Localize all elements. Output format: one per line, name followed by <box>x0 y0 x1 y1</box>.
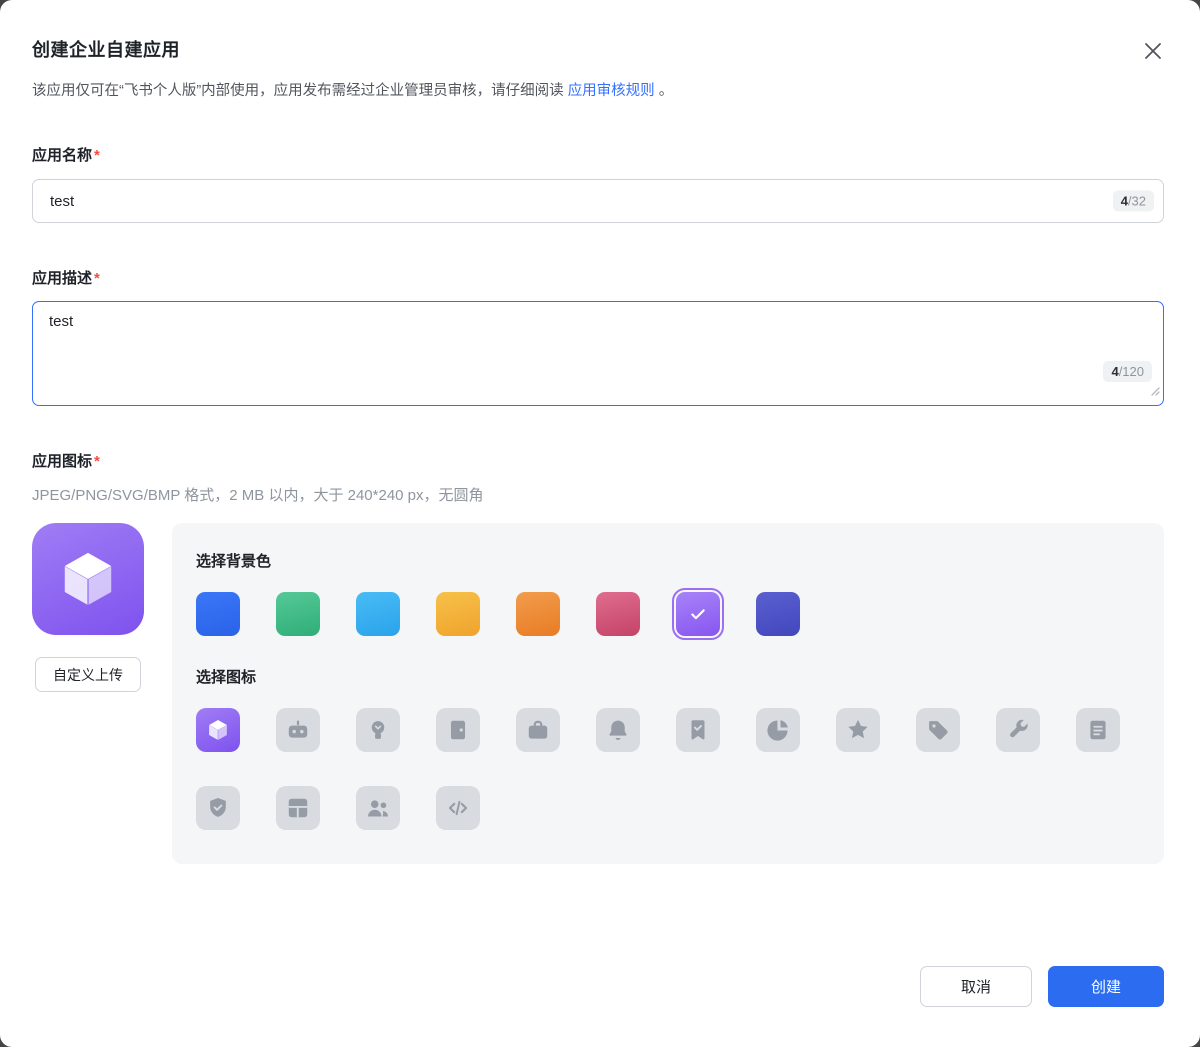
icon-picker-heading: 选择图标 <box>196 669 257 686</box>
color-swatch-orange[interactable] <box>516 592 560 636</box>
app-description-count-current: 4 <box>1111 364 1119 379</box>
pie-icon <box>767 720 788 741</box>
dialog-subtitle: 该应用仅可在“飞书个人版”内部使用，应用发布需经过企业管理员审核，请仔细阅读 应… <box>32 79 1164 100</box>
subtitle-text: 该应用仅可在“飞书个人版”内部使用，应用发布需经过企业管理员审核，请仔细阅读 <box>32 83 568 99</box>
close-button[interactable] <box>1140 38 1166 64</box>
app-description-label-text: 应用描述 <box>32 270 93 287</box>
icon-format-hint: JPEG/PNG/SVG/BMP 格式，2 MB 以内，大于 240*240 p… <box>32 487 484 504</box>
color-swatch-indigo[interactable] <box>756 592 800 636</box>
cube-icon <box>64 552 112 605</box>
icon-picker-panel: 选择背景色 选择图标 <box>172 523 1164 864</box>
dialog-header: 创建企业自建应用 该应用仅可在“飞书个人版”内部使用，应用发布需经过企业管理员审… <box>0 0 1200 100</box>
bulb-icon <box>371 721 385 739</box>
required-asterisk: * <box>94 147 100 164</box>
app-icon-preview <box>32 523 144 635</box>
icon-option-users[interactable] <box>356 786 400 830</box>
icon-option-cube[interactable] <box>196 708 240 752</box>
icon-option-doc[interactable] <box>1076 708 1120 752</box>
icon-option-star[interactable] <box>836 708 880 752</box>
icon-preview-column: 自定义上传 <box>32 523 148 692</box>
color-swatch-blue[interactable] <box>196 592 240 636</box>
app-name-count-max: /32 <box>1127 193 1146 209</box>
app-description-input[interactable]: test <box>32 301 1164 406</box>
icon-option-bell[interactable] <box>596 708 640 752</box>
close-icon <box>1145 43 1161 59</box>
users-icon <box>368 800 388 817</box>
required-asterisk: * <box>94 453 100 470</box>
app-name-counter: 4/32 <box>1112 190 1154 212</box>
cube-icon <box>209 720 227 740</box>
review-rules-link[interactable]: 应用审核规则 <box>568 83 655 99</box>
check-icon <box>691 609 705 620</box>
required-asterisk: * <box>94 270 100 287</box>
app-description-counter: 4/120 <box>1103 361 1152 382</box>
app-description-label: 应用描述 * <box>32 267 1164 288</box>
cancel-button[interactable]: 取消 <box>920 966 1032 1007</box>
icon-option-tag[interactable] <box>916 708 960 752</box>
dialog-title: 创建企业自建应用 <box>32 40 180 60</box>
icon-option-bulb[interactable] <box>356 708 400 752</box>
bell-icon <box>609 720 627 740</box>
bg-color-heading: 选择背景色 <box>196 553 272 570</box>
star-icon <box>848 719 868 739</box>
color-swatch-rose[interactable] <box>596 592 640 636</box>
resize-handle-icon[interactable] <box>1149 385 1160 396</box>
app-form: 应用名称* 4/32 应用描述* test 4/120 应用图标* JPEG/P… <box>0 100 1200 864</box>
app-icon-label-text: 应用图标 <box>32 453 93 470</box>
color-swatch-purple[interactable] <box>672 588 724 640</box>
layout-icon <box>288 798 308 818</box>
doc-icon <box>1090 720 1106 740</box>
app-description-count-max: /120 <box>1118 364 1144 379</box>
app-name-input-wrap: 4/32 <box>32 179 1164 223</box>
icon-grid <box>196 708 1126 830</box>
icon-option-layout[interactable] <box>276 786 320 830</box>
create-app-dialog: 创建企业自建应用 该应用仅可在“飞书个人版”内部使用，应用发布需经过企业管理员审… <box>0 0 1200 1047</box>
tag-icon <box>929 721 948 740</box>
dialog-footer: 取消 创建 <box>0 966 1200 1047</box>
icon-option-code[interactable] <box>436 786 480 830</box>
app-name-label-text: 应用名称 <box>32 147 93 164</box>
icon-option-bookmark[interactable] <box>676 708 720 752</box>
icon-option-wrench[interactable] <box>996 708 1040 752</box>
color-swatch-green[interactable] <box>276 592 320 636</box>
icon-option-shield[interactable] <box>196 786 240 830</box>
shield-icon <box>210 798 226 817</box>
wrench-icon <box>1010 719 1028 738</box>
icon-option-briefcase[interactable] <box>516 708 560 752</box>
icon-section: 自定义上传 选择背景色 选择图标 <box>32 523 1164 864</box>
color-swatch-amber[interactable] <box>436 592 480 636</box>
subtitle-suffix: 。 <box>654 83 674 99</box>
icon-option-pie[interactable] <box>756 708 800 752</box>
door-icon <box>450 720 466 740</box>
bookmark-icon <box>691 720 705 740</box>
robot-icon <box>288 720 308 738</box>
app-icon-label: 应用图标 * <box>32 450 1164 471</box>
app-name-input[interactable] <box>32 179 1164 223</box>
app-description-input-wrap: test 4/120 <box>32 301 1164 406</box>
color-swatch-row <box>196 588 1140 640</box>
briefcase-icon <box>528 720 548 739</box>
color-swatch-sky[interactable] <box>356 592 400 636</box>
create-button[interactable]: 创建 <box>1048 966 1164 1007</box>
icon-option-door[interactable] <box>436 708 480 752</box>
code-icon <box>448 800 468 816</box>
icon-option-robot[interactable] <box>276 708 320 752</box>
custom-upload-button[interactable]: 自定义上传 <box>35 657 141 692</box>
app-name-label: 应用名称 * <box>32 144 1164 165</box>
